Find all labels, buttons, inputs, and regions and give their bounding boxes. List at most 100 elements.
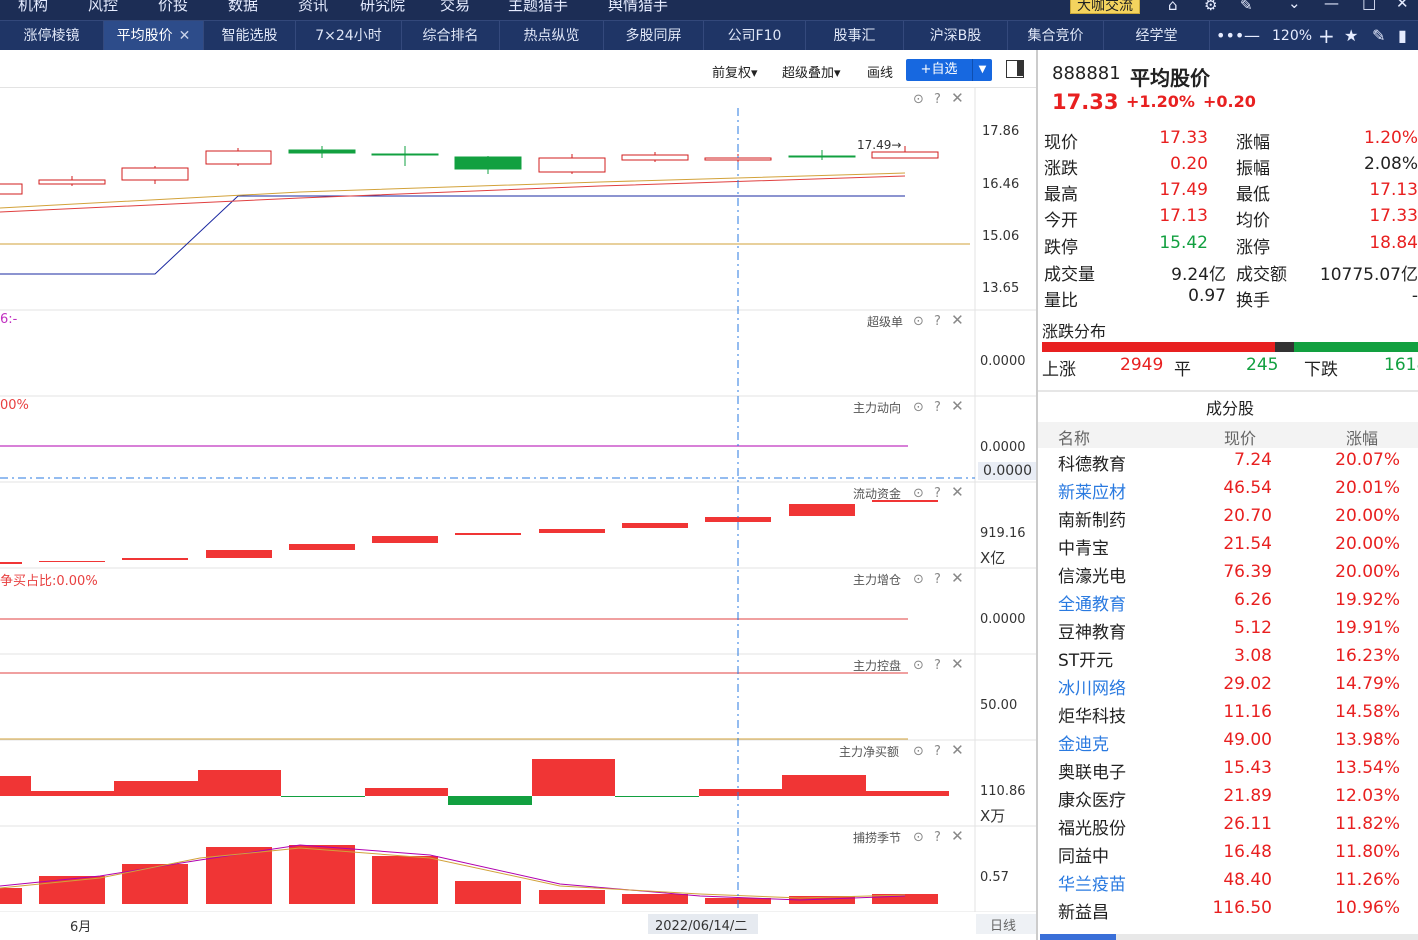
column-header[interactable]: 现价: [1224, 425, 1256, 449]
component-row[interactable]: ST开元 3.08 16.23%: [1038, 646, 1418, 674]
menu-item[interactable]: 数据: [228, 0, 258, 15]
panel-toggle-icon[interactable]: [1006, 60, 1024, 78]
scrollbar-thumb[interactable]: [1040, 934, 1116, 940]
tab-hotspot[interactable]: 热点纵览: [500, 21, 604, 51]
maximize-icon[interactable]: □: [1362, 0, 1376, 12]
component-name[interactable]: 信濠光电: [1058, 562, 1126, 587]
component-row[interactable]: 炬华科技 11.16 14.58%: [1038, 702, 1418, 730]
settings-icon[interactable]: ⊙: [913, 314, 924, 329]
component-name[interactable]: 中青宝: [1058, 534, 1109, 559]
close-icon[interactable]: ✕: [179, 28, 191, 44]
menu-item[interactable]: 机构: [18, 0, 48, 15]
edit-icon[interactable]: ✎: [1372, 21, 1385, 51]
component-row[interactable]: 豆神教育 5.12 19.91%: [1038, 618, 1418, 646]
help-icon[interactable]: ?: [934, 92, 941, 107]
zoom-in-icon[interactable]: +: [1318, 21, 1335, 51]
help-icon[interactable]: ?: [934, 830, 941, 845]
chart-area[interactable]: [0, 88, 1036, 940]
minimize-icon[interactable]: —: [1324, 0, 1339, 12]
settings-icon[interactable]: ⊙: [913, 744, 924, 759]
menu-item[interactable]: 资讯: [298, 0, 328, 15]
pin-icon[interactable]: ✎: [1240, 0, 1253, 14]
close-icon[interactable]: ✕: [951, 483, 964, 501]
component-name[interactable]: 金迪克: [1058, 730, 1109, 755]
tab-academy[interactable]: 经学堂: [1104, 21, 1210, 51]
community-button[interactable]: 大咖交流: [1070, 0, 1140, 14]
tab-limit-up-prism[interactable]: 涨停棱镜: [0, 21, 104, 51]
star-icon[interactable]: ★: [1344, 21, 1358, 51]
component-row[interactable]: 冰川网络 29.02 14.79%: [1038, 674, 1418, 702]
component-name[interactable]: 同益中: [1058, 842, 1109, 867]
close-icon[interactable]: ✕: [951, 741, 964, 759]
tab-smart-pick[interactable]: 智能选股: [204, 21, 296, 51]
component-row[interactable]: 新益昌 116.50 10.96%: [1038, 898, 1418, 926]
column-header[interactable]: 名称: [1058, 425, 1090, 449]
component-row[interactable]: 福光股份 26.11 11.82%: [1038, 814, 1418, 842]
menu-item[interactable]: 主题猎手: [508, 0, 568, 15]
draw-line-button[interactable]: 画线: [867, 62, 893, 81]
close-icon[interactable]: ✕: [1396, 0, 1409, 12]
column-header[interactable]: 涨幅: [1346, 425, 1378, 449]
component-name[interactable]: 康众医疗: [1058, 786, 1126, 811]
component-name[interactable]: 南新制药: [1058, 506, 1126, 531]
tab-f10[interactable]: 公司F10: [704, 21, 806, 51]
tab-auction[interactable]: 集合竞价: [1008, 21, 1104, 51]
menu-item[interactable]: 交易: [440, 0, 470, 15]
horizontal-scrollbar[interactable]: [1040, 934, 1418, 940]
component-row[interactable]: 信濠光电 76.39 20.00%: [1038, 562, 1418, 590]
more-icon[interactable]: •••: [1216, 21, 1244, 51]
component-name[interactable]: 新益昌: [1058, 898, 1109, 923]
component-row[interactable]: 新莱应材 46.54 20.01%: [1038, 478, 1418, 506]
help-icon[interactable]: ?: [934, 486, 941, 501]
chevron-down-icon[interactable]: ▼: [972, 59, 992, 81]
add-watchlist-button[interactable]: +自选 ▼: [906, 59, 992, 81]
tab-stock-events[interactable]: 股事汇: [806, 21, 904, 51]
menu-item[interactable]: 舆情猎手: [608, 0, 668, 15]
help-icon[interactable]: ?: [934, 314, 941, 329]
component-name[interactable]: 全通教育: [1058, 590, 1126, 615]
component-row[interactable]: 华兰疫苗 48.40 11.26%: [1038, 870, 1418, 898]
menu-item[interactable]: 价投: [158, 0, 188, 15]
component-row[interactable]: 同益中 16.48 11.80%: [1038, 842, 1418, 870]
close-icon[interactable]: ✕: [951, 655, 964, 673]
tab-b-shares[interactable]: 沪深B股: [904, 21, 1008, 51]
overlay-dropdown[interactable]: 超级叠加▾: [782, 62, 841, 81]
tab-7x24[interactable]: 7×24小时: [296, 21, 402, 51]
settings-icon[interactable]: ⊙: [913, 572, 924, 587]
help-icon[interactable]: ?: [934, 400, 941, 415]
settings-icon[interactable]: ⊙: [913, 400, 924, 415]
settings-icon[interactable]: ⊙: [913, 486, 924, 501]
component-name[interactable]: 炬华科技: [1058, 702, 1126, 727]
component-name[interactable]: ST开元: [1058, 646, 1113, 671]
period-selector[interactable]: 日线: [990, 915, 1016, 934]
chevron-down-icon[interactable]: ⌄: [1288, 0, 1301, 12]
component-row[interactable]: 中青宝 21.54 20.00%: [1038, 534, 1418, 562]
adjust-dropdown[interactable]: 前复权▾: [712, 62, 758, 81]
close-icon[interactable]: ✕: [951, 397, 964, 415]
component-row[interactable]: 奥联电子 15.43 13.54%: [1038, 758, 1418, 786]
component-row[interactable]: 金迪克 49.00 13.98%: [1038, 730, 1418, 758]
component-row[interactable]: 南新制药 20.70 20.00%: [1038, 506, 1418, 534]
help-icon[interactable]: ?: [934, 658, 941, 673]
component-name[interactable]: 科德教育: [1058, 450, 1126, 475]
menu-item[interactable]: 风控: [88, 0, 118, 15]
component-name[interactable]: 华兰疫苗: [1058, 870, 1126, 895]
component-row[interactable]: 全通教育 6.26 19.92%: [1038, 590, 1418, 618]
component-name[interactable]: 新莱应材: [1058, 478, 1126, 503]
close-icon[interactable]: ✕: [951, 827, 964, 845]
tab-ranking[interactable]: 综合排名: [402, 21, 500, 51]
help-icon[interactable]: ?: [934, 572, 941, 587]
lock-icon[interactable]: ▮: [1398, 21, 1407, 51]
tab-multi-stock[interactable]: 多股同屏: [604, 21, 704, 51]
tab-average-price[interactable]: 平均股价 ✕: [104, 21, 204, 51]
close-icon[interactable]: ✕: [951, 569, 964, 587]
help-icon[interactable]: ?: [934, 744, 941, 759]
component-name[interactable]: 奥联电子: [1058, 758, 1126, 783]
close-icon[interactable]: ✕: [951, 311, 964, 329]
zoom-out-icon[interactable]: —: [1244, 21, 1260, 51]
component-row[interactable]: 科德教育 7.24 20.07%: [1038, 450, 1418, 478]
settings-icon[interactable]: ⊙: [913, 658, 924, 673]
user-icon[interactable]: ⌂: [1168, 0, 1178, 14]
settings-icon[interactable]: ⚙: [1204, 0, 1217, 14]
settings-icon[interactable]: ⊙: [913, 92, 924, 107]
